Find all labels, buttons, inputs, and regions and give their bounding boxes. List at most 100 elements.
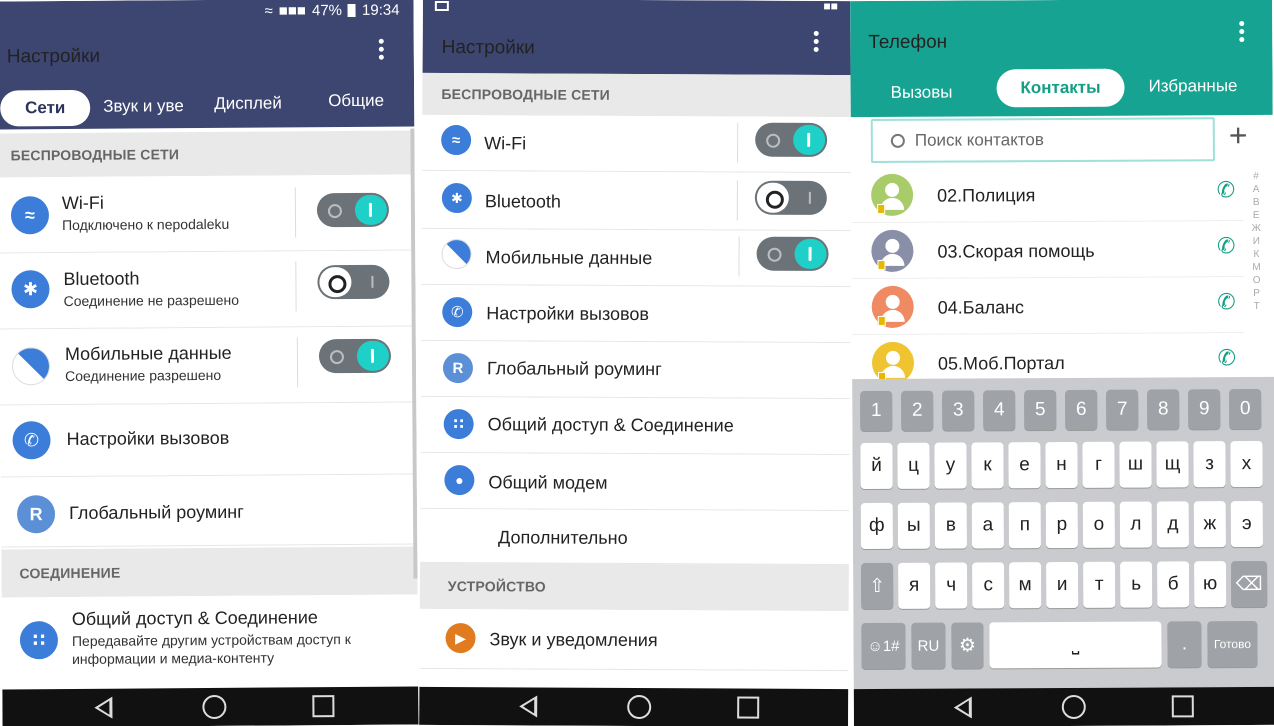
- bluetooth-toggle[interactable]: [754, 180, 827, 215]
- key[interactable]: ь: [1120, 561, 1153, 608]
- search-input[interactable]: Поиск контактов: [870, 117, 1215, 164]
- recent-apps-icon[interactable]: [1171, 695, 1194, 718]
- kebab-menu-icon[interactable]: [378, 38, 384, 60]
- key[interactable]: 7: [1106, 389, 1139, 430]
- key[interactable]: 1: [860, 390, 893, 432]
- tab-display[interactable]: Дисплей: [214, 93, 282, 113]
- key[interactable]: г: [1082, 441, 1115, 488]
- key[interactable]: в: [934, 502, 967, 549]
- index-letter[interactable]: Е: [1253, 210, 1260, 221]
- settings-item-modem[interactable]: ● Общий модем: [420, 452, 850, 512]
- settings-item-wifi[interactable]: ≈ Wi-Fi: [422, 114, 852, 174]
- index-letter[interactable]: Р: [1253, 288, 1260, 299]
- home-icon[interactable]: [202, 694, 227, 720]
- tab-contacts[interactable]: Контакты: [996, 68, 1125, 108]
- contact-item[interactable]: 04.Баланс ✆: [851, 277, 1244, 336]
- key[interactable]: ю: [1194, 561, 1227, 608]
- home-icon[interactable]: [627, 694, 652, 720]
- key[interactable]: к: [971, 442, 1004, 489]
- key[interactable]: с: [972, 562, 1005, 609]
- index-letter[interactable]: К: [1253, 249, 1259, 260]
- alphabet-index[interactable]: # А В Е Ж И К М О Р Т: [1249, 171, 1264, 312]
- key[interactable]: у: [934, 442, 967, 489]
- back-icon[interactable]: [953, 696, 972, 719]
- done-key[interactable]: Готово: [1207, 620, 1258, 668]
- index-letter[interactable]: О: [1253, 275, 1261, 286]
- key[interactable]: е: [1008, 442, 1041, 489]
- key[interactable]: х: [1230, 440, 1263, 488]
- call-icon[interactable]: ✆: [1217, 233, 1236, 259]
- kebab-menu-icon[interactable]: [1238, 21, 1244, 43]
- key[interactable]: б: [1157, 561, 1190, 608]
- keyboard-settings-icon[interactable]: ⚙: [951, 622, 984, 669]
- shift-key-icon[interactable]: ⇧: [861, 562, 894, 610]
- key[interactable]: 9: [1188, 389, 1221, 430]
- wifi-toggle[interactable]: [316, 192, 390, 228]
- home-icon[interactable]: [1061, 694, 1086, 720]
- period-key[interactable]: .: [1167, 621, 1202, 668]
- tab-calls[interactable]: Вызовы: [891, 83, 953, 103]
- key[interactable]: э: [1230, 500, 1263, 548]
- key[interactable]: и: [1046, 561, 1079, 609]
- key[interactable]: 5: [1024, 390, 1057, 431]
- index-letter[interactable]: М: [1252, 262, 1260, 273]
- index-letter[interactable]: Т: [1254, 301, 1260, 312]
- back-icon[interactable]: [94, 696, 113, 719]
- symbols-key[interactable]: ☺1#: [861, 622, 906, 670]
- key[interactable]: й: [860, 442, 893, 490]
- settings-item-wifi[interactable]: ≈ Wi-Fi Подключено к nepodaleku: [0, 174, 416, 254]
- key[interactable]: д: [1156, 501, 1189, 548]
- call-icon[interactable]: ✆: [1217, 345, 1236, 371]
- settings-item-share-connect[interactable]: ∷ Общий доступ & Соединение Передавайте …: [1, 594, 419, 690]
- key[interactable]: 3: [942, 390, 975, 431]
- settings-item-bluetooth[interactable]: ✱ Bluetooth: [421, 170, 851, 232]
- key[interactable]: ж: [1193, 501, 1226, 548]
- index-letter[interactable]: И: [1253, 236, 1260, 247]
- key[interactable]: 6: [1065, 389, 1098, 430]
- index-letter[interactable]: Ж: [1252, 223, 1261, 234]
- settings-item-share-connect[interactable]: ∷ Общий доступ & Соединение: [420, 396, 850, 456]
- key[interactable]: ы: [897, 502, 930, 549]
- key[interactable]: а: [971, 502, 1004, 549]
- key[interactable]: ц: [897, 442, 930, 489]
- index-letter[interactable]: В: [1253, 197, 1260, 208]
- settings-item-call-settings[interactable]: ✆ Настройки вызовов: [0, 402, 417, 478]
- contact-item[interactable]: 02.Полиция ✆: [850, 165, 1244, 224]
- index-letter[interactable]: А: [1253, 184, 1260, 195]
- recent-apps-icon[interactable]: [312, 695, 335, 718]
- tab-general[interactable]: Общие: [328, 91, 384, 111]
- key[interactable]: 2: [901, 390, 934, 431]
- tab-sound[interactable]: Звук и уве: [103, 96, 187, 117]
- back-icon[interactable]: [519, 695, 538, 718]
- settings-item-roaming[interactable]: R Глобальный роуминг: [0, 474, 418, 548]
- language-key[interactable]: RU: [911, 622, 946, 669]
- contact-item[interactable]: 03.Скорая помощь ✆: [851, 221, 1244, 280]
- settings-item-bluetooth[interactable]: ✱ Bluetooth Соединение не разрешено: [0, 250, 416, 330]
- key[interactable]: щ: [1156, 441, 1189, 488]
- key[interactable]: о: [1082, 501, 1115, 548]
- tab-favorites[interactable]: Избранные: [1149, 76, 1238, 96]
- mobile-data-toggle[interactable]: [756, 236, 829, 272]
- key[interactable]: 8: [1147, 389, 1180, 430]
- key[interactable]: р: [1045, 501, 1078, 549]
- key[interactable]: 0: [1229, 388, 1262, 430]
- key[interactable]: м: [1009, 562, 1042, 609]
- call-icon[interactable]: ✆: [1217, 177, 1236, 203]
- settings-item-more[interactable]: Дополнительно: [419, 508, 850, 566]
- settings-item-sound[interactable]: ▶ Звук и уведомления: [419, 608, 849, 672]
- key[interactable]: п: [1008, 502, 1041, 549]
- settings-item-mobile-data[interactable]: Мобильные данные: [421, 228, 851, 288]
- key[interactable]: я: [898, 562, 931, 609]
- mobile-data-toggle[interactable]: [318, 338, 392, 374]
- key[interactable]: ч: [935, 562, 968, 609]
- settings-item-call-settings[interactable]: ✆ Настройки вызовов: [421, 284, 851, 344]
- key[interactable]: н: [1045, 441, 1078, 489]
- key[interactable]: 4: [983, 390, 1016, 431]
- space-key[interactable]: ⎵: [989, 621, 1162, 669]
- key[interactable]: ф: [860, 502, 893, 550]
- bluetooth-toggle[interactable]: [317, 264, 390, 300]
- key[interactable]: т: [1083, 561, 1116, 608]
- add-contact-icon[interactable]: +: [1229, 117, 1248, 153]
- call-icon[interactable]: ✆: [1217, 289, 1236, 315]
- wifi-toggle[interactable]: [755, 122, 828, 158]
